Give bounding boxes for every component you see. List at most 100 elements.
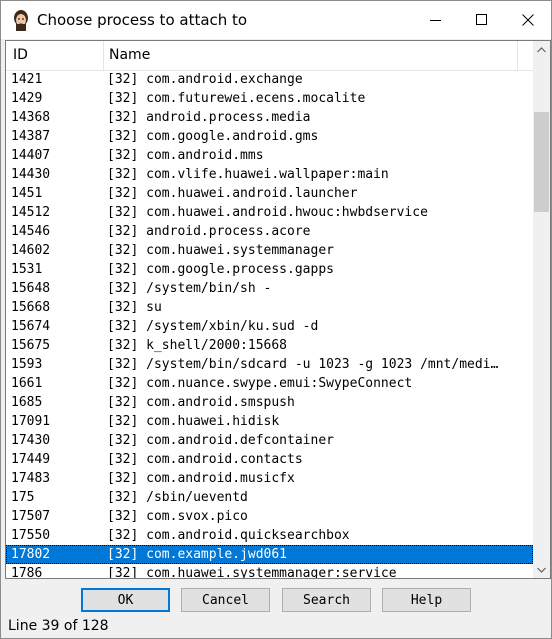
process-id: 17550: [11, 528, 51, 543]
table-row[interactable]: 14512 [32] com.huawei.android.hwouc:hwbds…: [6, 203, 533, 222]
process-id: 1685: [11, 395, 43, 410]
table-row[interactable]: 17449 [32] com.android.contacts: [6, 450, 533, 469]
table-row[interactable]: 17550 [32] com.android.quicksearchbox: [6, 526, 533, 545]
process-name: [32] com.android.quicksearchbox: [107, 528, 350, 543]
process-name: [32] android.process.acore: [107, 224, 311, 239]
title-bar[interactable]: Choose process to attach to: [1, 1, 551, 39]
process-rows: 1421 [32] com.android.exchange 1429 [32] co…: [6, 70, 533, 579]
process-id: 15668: [11, 300, 51, 315]
process-name: [32] com.nuance.swype.emui:SwypeConnect: [107, 376, 413, 391]
table-row[interactable]: 1421 [32] com.android.exchange: [6, 70, 533, 89]
column-header-id[interactable]: ID: [13, 41, 28, 70]
process-id: 1429: [11, 91, 43, 106]
table-row[interactable]: 175 [32] /sbin/ueventd: [6, 488, 533, 507]
process-id: 15675: [11, 338, 51, 353]
table-row[interactable]: 1661 [32] com.nuance.swype.emui:SwypeConn…: [6, 374, 533, 393]
chevron-up-icon: [537, 46, 546, 52]
table-row-selected[interactable]: 17802 [32] com.example.jwd061: [6, 545, 533, 564]
table-row[interactable]: 14546 [32] android.process.acore: [6, 222, 533, 241]
table-row[interactable]: 14407 [32] com.android.mms: [6, 146, 533, 165]
process-id: 1593: [11, 357, 43, 372]
process-name: [32] com.google.process.gapps: [107, 262, 334, 277]
process-id: 17802: [11, 547, 51, 562]
process-name: [32] su: [107, 300, 162, 315]
process-name: [32] com.android.contacts: [107, 452, 303, 467]
process-id: 1531: [11, 262, 43, 277]
process-name: [32] com.huawei.android.hwouc:hwbdservic…: [107, 205, 428, 220]
table-row[interactable]: 1451 [32] com.huawei.android.launcher: [6, 184, 533, 203]
column-header-name[interactable]: Name: [109, 41, 150, 70]
process-name: [32] com.android.smspush: [107, 395, 295, 410]
table-row[interactable]: 15674 [32] /system/xbin/ku.sud -d: [6, 317, 533, 336]
ok-button[interactable]: OK: [81, 588, 170, 612]
cancel-button[interactable]: Cancel: [181, 588, 270, 612]
table-row[interactable]: 1429 [32] com.futurewei.ecens.mocalite: [6, 89, 533, 108]
table-row[interactable]: 15675 [32] k_shell/2000:15668: [6, 336, 533, 355]
process-id: 17430: [11, 433, 51, 448]
process-name: [32] com.huawei.systemmanager: [107, 243, 334, 258]
process-id: 1786: [11, 566, 43, 579]
process-id: 15674: [11, 319, 51, 334]
process-id: 175: [11, 490, 35, 505]
process-id: 17091: [11, 414, 51, 429]
process-list[interactable]: ID Name 1421 [32] com.android.exchange 142…: [5, 40, 551, 579]
close-icon: [522, 14, 534, 26]
minimize-icon: [430, 20, 441, 21]
process-name: [32] com.futurewei.ecens.mocalite: [107, 91, 366, 106]
help-button[interactable]: Help: [382, 588, 471, 612]
scroll-thumb[interactable]: [534, 112, 549, 212]
scroll-down-button[interactable]: [533, 561, 550, 578]
column-divider[interactable]: [103, 41, 104, 70]
close-button[interactable]: [505, 1, 551, 39]
process-id: 1421: [11, 72, 43, 87]
table-row[interactable]: 1531 [32] com.google.process.gapps: [6, 260, 533, 279]
window-title: Choose process to attach to: [37, 11, 248, 29]
scroll-up-button[interactable]: [533, 41, 550, 58]
process-name: [32] com.android.defcontainer: [107, 433, 334, 448]
table-row[interactable]: 14430 [32] com.vlife.huawei.wallpaper:mai…: [6, 165, 533, 184]
process-name: [32] com.svox.pico: [107, 509, 248, 524]
table-row[interactable]: 1593 [32] /system/bin/sdcard -u 1023 -g 1…: [6, 355, 533, 374]
process-name: [32] /system/bin/sh -: [107, 281, 272, 296]
table-row[interactable]: 17091 [32] com.huawei.hidisk: [6, 412, 533, 431]
process-name: [32] com.huawei.android.launcher: [107, 186, 358, 201]
maximize-icon: [476, 14, 487, 25]
process-id: 14546: [11, 224, 51, 239]
process-id: 14602: [11, 243, 51, 258]
process-name: [32] com.example.jwd061: [107, 547, 288, 562]
process-name: [32] com.huawei.systemmanager:service: [107, 566, 397, 579]
process-name: [32] /system/xbin/ku.sud -d: [107, 319, 319, 334]
process-id: 17449: [11, 452, 51, 467]
table-row[interactable]: 15648 [32] /system/bin/sh -: [6, 279, 533, 298]
status-line: Line 39 of 128: [8, 618, 109, 634]
chevron-down-icon: [537, 567, 546, 573]
process-id: 14387: [11, 129, 51, 144]
process-name: [32] android.process.media: [107, 110, 311, 125]
table-row[interactable]: 17507 [32] com.svox.pico: [6, 507, 533, 526]
table-row[interactable]: 1786 [32] com.huawei.systemmanager:servic…: [6, 564, 533, 579]
process-id: 14430: [11, 167, 51, 182]
table-row[interactable]: 1685 [32] com.android.smspush: [6, 393, 533, 412]
minimize-button[interactable]: [413, 1, 459, 39]
attach-process-dialog: Choose process to attach to ID Name 1421…: [0, 0, 552, 639]
app-face-icon: [10, 9, 32, 31]
list-header: ID Name: [6, 41, 533, 71]
process-name: [32] com.android.mms: [107, 148, 264, 163]
table-row[interactable]: 14602 [32] com.huawei.systemmanager: [6, 241, 533, 260]
maximize-button[interactable]: [459, 1, 505, 39]
vertical-scrollbar[interactable]: [533, 41, 550, 578]
process-id: 14368: [11, 110, 51, 125]
process-name: [32] /system/bin/sdcard -u 1023 -g 1023 …: [107, 357, 499, 372]
table-row[interactable]: 14387 [32] com.google.android.gms: [6, 127, 533, 146]
table-row[interactable]: 15668 [32] su: [6, 298, 533, 317]
process-name: [32] com.android.exchange: [107, 72, 303, 87]
table-row[interactable]: 17483 [32] com.android.musicfx: [6, 469, 533, 488]
process-id: 1451: [11, 186, 43, 201]
column-divider[interactable]: [517, 41, 518, 70]
process-id: 14407: [11, 148, 51, 163]
table-row[interactable]: 17430 [32] com.android.defcontainer: [6, 431, 533, 450]
search-button[interactable]: Search: [282, 588, 371, 612]
process-id: 17483: [11, 471, 51, 486]
process-id: 17507: [11, 509, 51, 524]
table-row[interactable]: 14368 [32] android.process.media: [6, 108, 533, 127]
